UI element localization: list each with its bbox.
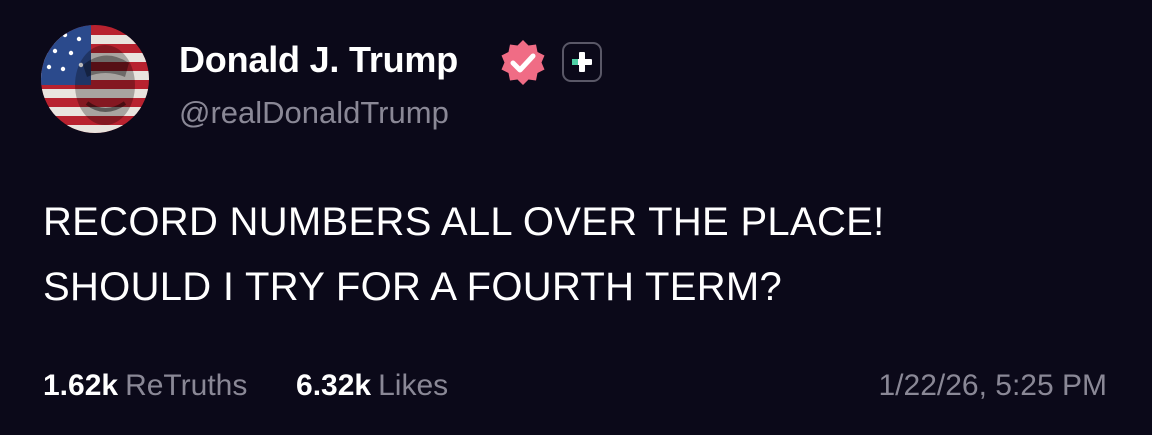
avatar-image [41, 25, 149, 133]
likes-stat[interactable]: 6.32k Likes [296, 369, 448, 402]
retruths-stat[interactable]: 1.62k ReTruths [43, 369, 256, 402]
post-body: RECORD NUMBERS ALL OVER THE PLACE! SHOUL… [43, 190, 1103, 320]
likes-count: 6.32k [296, 369, 372, 402]
plus-badge-icon[interactable] [562, 42, 602, 82]
verified-badge-icon [501, 40, 545, 85]
retruths-count: 1.62k [43, 369, 119, 402]
truth-post: Donald J. Trump @realDonaldTrump RECORD … [0, 0, 1152, 435]
username-handle[interactable]: @realDonaldTrump [179, 93, 449, 133]
post-stats: 1.62k ReTruths 6.32k Likes [43, 366, 448, 406]
post-line: RECORD NUMBERS ALL OVER THE PLACE! [43, 200, 885, 244]
post-line: SHOULD I TRY FOR A FOURTH TERM? [43, 265, 783, 309]
retruths-label: ReTruths [125, 369, 248, 402]
post-timestamp[interactable]: 1/22/26, 5:25 PM [879, 366, 1108, 406]
likes-label: Likes [378, 369, 449, 402]
display-name[interactable]: Donald J. Trump [179, 38, 458, 82]
avatar[interactable] [41, 25, 149, 133]
